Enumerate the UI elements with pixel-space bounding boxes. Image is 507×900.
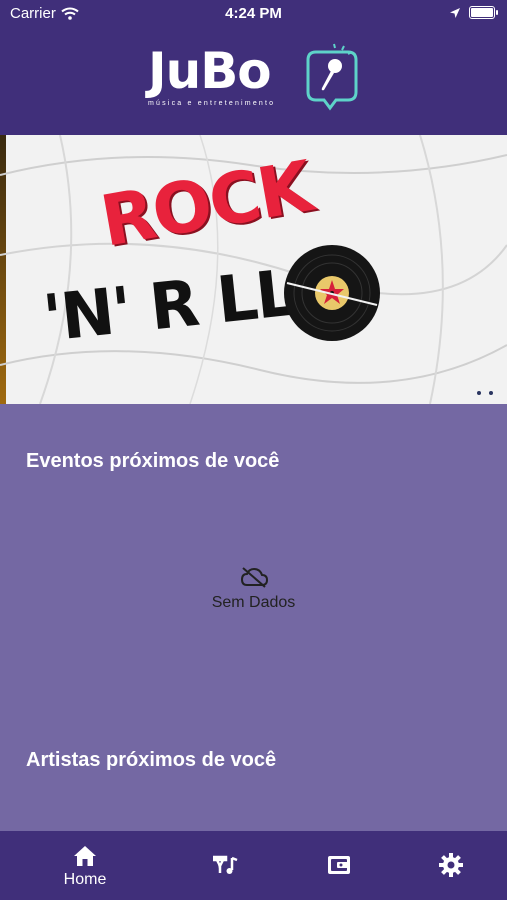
status-bar: Carrier 4:24 PM [0, 0, 507, 28]
carousel-page-indicator[interactable] [477, 391, 493, 395]
carousel-dot[interactable] [477, 391, 481, 395]
logo-wordmark: JuBo [148, 42, 272, 100]
jubo-logo: JuBo música e entretenimento [148, 40, 368, 120]
promo-banner[interactable]: ROCK 'N' R LL [0, 135, 507, 404]
vinyl-record-icon [284, 245, 380, 341]
empty-state-label: Sem Dados [211, 594, 296, 611]
battery-fill [471, 8, 493, 17]
logo-tagline: música e entretenimento [148, 100, 276, 107]
tab-bar: Home [0, 831, 507, 900]
tab-wallet[interactable] [289, 831, 389, 900]
tab-home[interactable]: Home [35, 831, 135, 900]
events-section-title: Eventos próximos de você [26, 450, 280, 472]
wallet-icon [328, 856, 350, 874]
tab-settings[interactable] [401, 831, 501, 900]
tab-home-label: Home [63, 871, 107, 888]
home-icon [74, 846, 96, 866]
app-header: Carrier 4:24 PM JuBo música e entretenim… [0, 0, 507, 135]
battery-icon [469, 6, 498, 19]
microphone-chat-icon [306, 43, 358, 111]
cloud-off-icon [240, 567, 268, 588]
status-time: 4:24 PM [225, 5, 282, 22]
location-arrow-icon [450, 7, 460, 18]
tab-music[interactable] [176, 831, 276, 900]
empty-state: Sem Dados [0, 566, 507, 612]
status-right [449, 6, 498, 19]
carousel-dot[interactable] [489, 391, 493, 395]
music-playlist-icon [213, 855, 238, 874]
gear-icon [439, 853, 463, 877]
artists-section-title: Artistas próximos de você [26, 749, 277, 771]
